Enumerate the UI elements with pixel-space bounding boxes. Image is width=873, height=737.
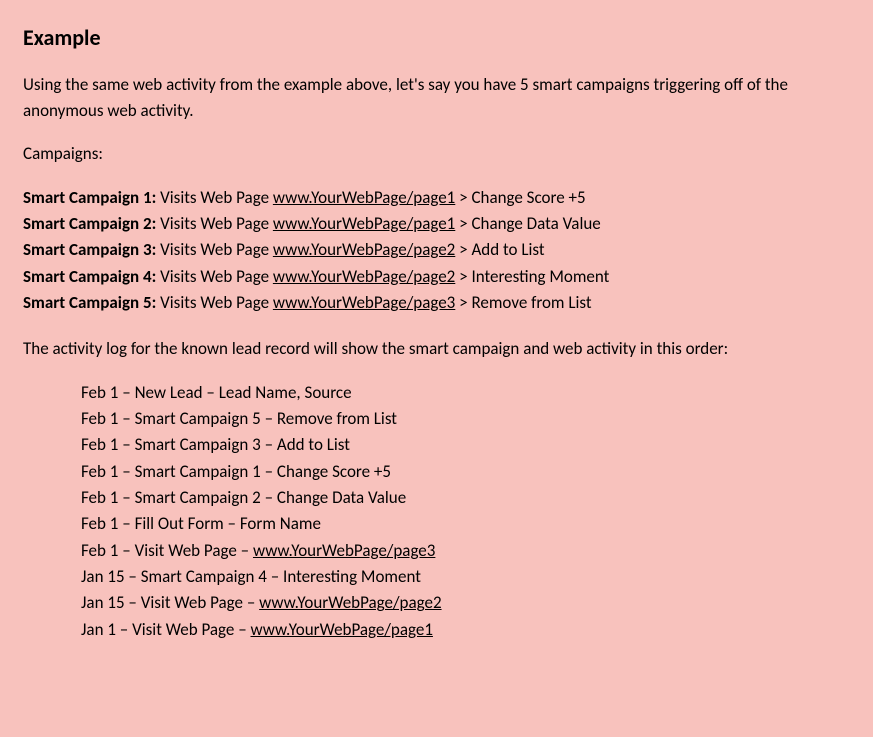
campaign-arrow: > bbox=[455, 239, 471, 260]
campaign-name: Smart Campaign 3: bbox=[23, 239, 156, 260]
campaign-arrow: > bbox=[455, 266, 471, 287]
log-text: Feb 1 – New Lead – Lead Name, Source bbox=[81, 382, 352, 403]
campaign-trigger-pre: Visits Web Page bbox=[156, 239, 273, 260]
log-text: Feb 1 – Smart Campaign 5 – Remove from L… bbox=[81, 408, 397, 429]
log-text: Feb 1 – Fill Out Form – Form Name bbox=[81, 513, 321, 534]
log-text: Feb 1 – Smart Campaign 1 – Change Score … bbox=[81, 461, 391, 482]
campaign-action: Add to List bbox=[471, 239, 544, 260]
campaign-line: Smart Campaign 3: Visits Web Page www.Yo… bbox=[23, 237, 850, 263]
campaign-arrow: > bbox=[455, 187, 471, 208]
log-link[interactable]: www.YourWebPage/page1 bbox=[251, 619, 433, 640]
log-intro-paragraph: The activity log for the known lead reco… bbox=[23, 336, 850, 362]
campaign-trigger-pre: Visits Web Page bbox=[156, 187, 273, 208]
campaign-name: Smart Campaign 4: bbox=[23, 266, 156, 287]
log-line: Feb 1 – Smart Campaign 2 – Change Data V… bbox=[81, 485, 850, 511]
log-line: Jan 15 – Visit Web Page – www.YourWebPag… bbox=[81, 590, 850, 616]
campaign-trigger-pre: Visits Web Page bbox=[156, 266, 273, 287]
campaign-link[interactable]: www.YourWebPage/page3 bbox=[273, 292, 455, 313]
campaign-trigger-pre: Visits Web Page bbox=[156, 292, 273, 313]
example-callout-box: Example Using the same web activity from… bbox=[0, 0, 873, 737]
campaign-link[interactable]: www.YourWebPage/page2 bbox=[273, 239, 455, 260]
campaign-trigger-pre: Visits Web Page bbox=[156, 213, 273, 234]
campaign-name: Smart Campaign 1: bbox=[23, 187, 156, 208]
example-heading: Example bbox=[23, 21, 850, 54]
log-line: Jan 1 – Visit Web Page – www.YourWebPage… bbox=[81, 617, 850, 643]
campaign-arrow: > bbox=[455, 292, 471, 313]
log-text: Jan 1 – Visit Web Page – bbox=[81, 619, 251, 640]
log-line: Feb 1 – Fill Out Form – Form Name bbox=[81, 511, 850, 537]
log-text: Feb 1 – Smart Campaign 2 – Change Data V… bbox=[81, 487, 406, 508]
log-line: Feb 1 – Smart Campaign 5 – Remove from L… bbox=[81, 406, 850, 432]
log-line: Jan 15 – Smart Campaign 4 – Interesting … bbox=[81, 564, 850, 590]
log-text: Feb 1 – Smart Campaign 3 – Add to List bbox=[81, 434, 350, 455]
campaign-list: Smart Campaign 1: Visits Web Page www.Yo… bbox=[23, 185, 850, 317]
campaigns-label: Campaigns: bbox=[23, 141, 850, 167]
log-link[interactable]: www.YourWebPage/page2 bbox=[259, 592, 441, 613]
log-text: Jan 15 – Visit Web Page – bbox=[81, 592, 259, 613]
campaign-action: Change Score +5 bbox=[471, 187, 585, 208]
campaign-line: Smart Campaign 2: Visits Web Page www.Yo… bbox=[23, 211, 850, 237]
campaign-arrow: > bbox=[455, 213, 471, 234]
campaign-action: Change Data Value bbox=[471, 213, 600, 234]
log-text: Feb 1 – Visit Web Page – bbox=[81, 540, 253, 561]
campaign-name: Smart Campaign 2: bbox=[23, 213, 156, 234]
campaign-name: Smart Campaign 5: bbox=[23, 292, 156, 313]
campaign-line: Smart Campaign 4: Visits Web Page www.Yo… bbox=[23, 264, 850, 290]
log-line: Feb 1 – Visit Web Page – www.YourWebPage… bbox=[81, 538, 850, 564]
campaign-link[interactable]: www.YourWebPage/page2 bbox=[273, 266, 455, 287]
intro-paragraph: Using the same web activity from the exa… bbox=[23, 72, 850, 123]
log-link[interactable]: www.YourWebPage/page3 bbox=[253, 540, 435, 561]
log-line: Feb 1 – Smart Campaign 1 – Change Score … bbox=[81, 459, 850, 485]
campaign-line: Smart Campaign 5: Visits Web Page www.Yo… bbox=[23, 290, 850, 316]
log-line: Feb 1 – New Lead – Lead Name, Source bbox=[81, 380, 850, 406]
campaign-action: Interesting Moment bbox=[471, 266, 609, 287]
campaign-line: Smart Campaign 1: Visits Web Page www.Yo… bbox=[23, 185, 850, 211]
log-text: Jan 15 – Smart Campaign 4 – Interesting … bbox=[81, 566, 421, 587]
activity-log-list: Feb 1 – New Lead – Lead Name, Source Feb… bbox=[81, 380, 850, 643]
log-line: Feb 1 – Smart Campaign 3 – Add to List bbox=[81, 432, 850, 458]
campaign-action: Remove from List bbox=[471, 292, 591, 313]
campaign-link[interactable]: www.YourWebPage/page1 bbox=[273, 187, 455, 208]
campaign-link[interactable]: www.YourWebPage/page1 bbox=[273, 213, 455, 234]
